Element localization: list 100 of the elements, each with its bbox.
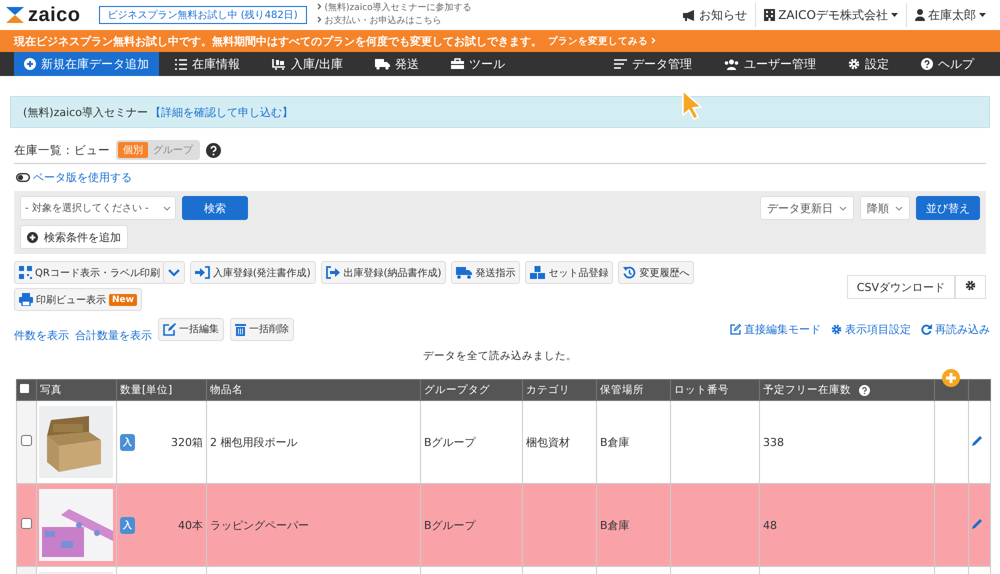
- user-dropdown[interactable]: 在庫太郎: [906, 3, 994, 27]
- help-icon[interactable]: [859, 384, 870, 396]
- refresh-icon: [921, 324, 932, 334]
- megaphone-icon: [683, 10, 696, 20]
- help-icon: [921, 58, 933, 70]
- notices-button[interactable]: お知らせ: [675, 3, 756, 27]
- help-icon[interactable]: [206, 142, 221, 158]
- table-cell: 48: [760, 484, 934, 566]
- column-header: ロット番号: [670, 380, 760, 400]
- nav-item[interactable]: 発送: [359, 52, 436, 76]
- select-all-checkbox[interactable]: [20, 384, 29, 393]
- plus-circle-icon: [27, 232, 38, 242]
- column-header: 保管場所: [596, 380, 670, 400]
- csv-download-button[interactable]: CSVダウンロード: [846, 275, 955, 299]
- bulk-action-button[interactable]: 一括削除: [230, 318, 294, 340]
- settings-icon: [965, 280, 976, 291]
- quantity-text: 320箱: [171, 434, 203, 450]
- truck-icon: [375, 58, 390, 70]
- action-button[interactable]: 出庫登録(納品書作成): [320, 261, 446, 284]
- quantity-text: 40本: [178, 518, 203, 532]
- nav-item[interactable]: 入庫/出庫: [256, 52, 360, 76]
- trash-icon: [235, 322, 246, 336]
- nav-item[interactable]: ユーザー管理: [708, 52, 832, 76]
- sign-in-icon: [194, 266, 210, 279]
- company-dropdown[interactable]: ZAICOデモ株式会社: [755, 3, 906, 27]
- beta-link[interactable]: ベータ版を使用する: [33, 170, 132, 185]
- search-button[interactable]: 検索: [182, 196, 248, 220]
- action-button[interactable]: セット品登録: [525, 261, 614, 284]
- chevron-icon: [163, 206, 171, 210]
- list-icon: [175, 58, 187, 70]
- banner-text: (無料)zaico導入セミナー: [23, 104, 148, 120]
- row-checkbox[interactable]: [21, 518, 32, 529]
- edit-icon: [163, 322, 176, 336]
- row-checkbox[interactable]: [21, 435, 32, 446]
- sort-field-select[interactable]: データ更新日: [760, 196, 854, 220]
- view-label: 在庫一覧：ビュー: [14, 142, 110, 158]
- list-icon: [614, 58, 627, 70]
- qr-code-icon: [19, 266, 32, 279]
- nav-item[interactable]: データ管理: [598, 52, 708, 76]
- action-button[interactable]: 発送指示: [451, 261, 520, 284]
- target-select[interactable]: - 対象を選択してください -: [20, 196, 176, 220]
- user-icon: [915, 9, 925, 21]
- chevron-icon: [839, 206, 847, 210]
- view-link[interactable]: 直接編集モード: [730, 322, 821, 336]
- pencil-icon[interactable]: [972, 435, 983, 446]
- caret-icon: [891, 13, 898, 17]
- cart-icon: [272, 58, 286, 70]
- nav-item[interactable]: ツール: [435, 52, 522, 76]
- chevron-icon: [651, 36, 656, 44]
- column-header: 予定フリー在庫数: [760, 380, 934, 400]
- sort-order-select[interactable]: 降順: [860, 196, 910, 220]
- load-message: データを全て読み込みました。: [423, 350, 577, 362]
- chevron-icon: [895, 206, 903, 210]
- boxes-icon: [530, 266, 546, 279]
- column-header: 写真: [36, 380, 116, 400]
- column-header: 物品名: [206, 380, 420, 400]
- toggle-icon[interactable]: [16, 173, 30, 182]
- add-condition-button[interactable]: 検索条件を追加: [20, 225, 128, 249]
- settings-icon: [848, 58, 860, 70]
- nav-item[interactable]: 在庫情報: [159, 52, 256, 76]
- count-link[interactable]: 合計数量を表示: [75, 328, 152, 342]
- banner-link[interactable]: 【詳細を確認して申し込む】: [150, 104, 293, 120]
- dropdown-button[interactable]: [162, 261, 185, 284]
- action-button[interactable]: 入庫登録(発注書作成): [190, 261, 316, 284]
- column-header: カテゴリ: [522, 380, 596, 400]
- chevron-icon: [168, 268, 180, 276]
- table-cell: B倉庫: [596, 484, 670, 566]
- table-cell: Bグループ: [420, 484, 522, 566]
- cursor-icon: [682, 90, 704, 120]
- action-button[interactable]: QRコード表示・ラベル印刷: [14, 261, 165, 284]
- nav-item[interactable]: ヘルプ: [905, 52, 990, 76]
- pencil-icon[interactable]: [972, 518, 983, 529]
- printer-icon: [19, 293, 33, 306]
- trial-badge: ビジネスプラン無料お試し中 (残り482日): [98, 6, 307, 24]
- bulk-action-button[interactable]: 一括編集: [158, 318, 224, 340]
- building-icon: [764, 9, 776, 21]
- settings-icon: [831, 324, 842, 334]
- new-badge: New: [109, 294, 137, 306]
- plus-circle-icon: [24, 58, 36, 70]
- logo-icon: [6, 7, 24, 23]
- truck-icon: [456, 266, 472, 279]
- nav-item[interactable]: 設定: [832, 52, 905, 76]
- nav-item[interactable]: 新規在庫データ追加: [14, 52, 159, 76]
- csv-settings-button[interactable]: [955, 275, 986, 299]
- column-header: 数量[単位]: [116, 380, 206, 400]
- sign-out-icon: [326, 266, 341, 279]
- action-button[interactable]: 印刷ビュー表示 New: [14, 288, 142, 311]
- header-link[interactable]: (無料)zaico導入セミナーに参加する: [316, 2, 472, 15]
- header-link[interactable]: お支払い・お申込みはこちら: [316, 15, 472, 28]
- count-link[interactable]: 件数を表示: [14, 328, 69, 342]
- action-button[interactable]: 変更履歴へ: [618, 261, 694, 284]
- toolbox-icon: [451, 58, 464, 70]
- history-icon: [623, 266, 636, 279]
- sort-button[interactable]: 並び替え: [916, 196, 980, 220]
- column-header: グループタグ: [420, 380, 522, 400]
- caret-icon: [979, 13, 986, 17]
- promo-text: 現在ビジネスプラン無料お試し中です。無料期間中はすべてのプランを何度でも変更してお試しできます。: [14, 34, 542, 48]
- view-link[interactable]: 再読み込み: [921, 322, 990, 336]
- header-cell: [968, 380, 990, 400]
- view-link[interactable]: 表示項目設定: [831, 322, 911, 336]
